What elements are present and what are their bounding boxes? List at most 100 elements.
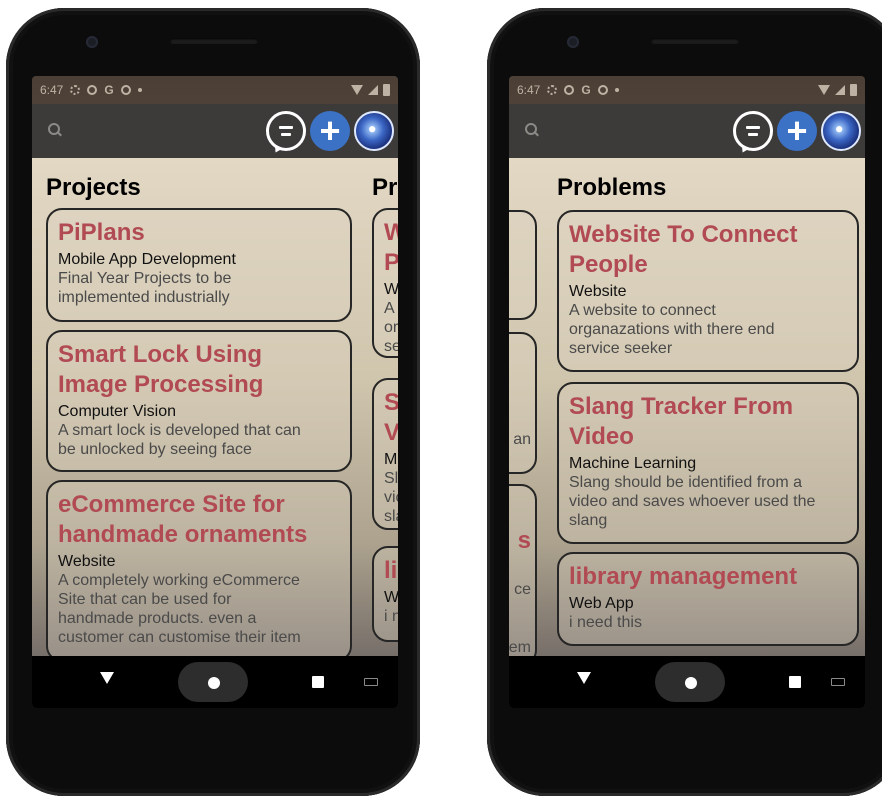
card-category: Mobile App Development xyxy=(58,251,236,268)
signal-icon xyxy=(368,85,378,95)
next-section-title-peek: Pr xyxy=(372,174,398,201)
project-card[interactable]: PiPlans Mobile App Development Final Yea… xyxy=(46,208,352,322)
notification-icon xyxy=(87,85,98,95)
add-project-button[interactable]: + xyxy=(310,111,350,151)
card-description: Sla xyxy=(384,470,398,487)
google-notification-icon: G xyxy=(104,83,114,97)
card-title: Sl xyxy=(384,388,398,418)
front-camera xyxy=(86,36,98,48)
card-title: W xyxy=(384,218,398,248)
card-title: library management xyxy=(569,563,798,590)
project-card[interactable]: eCommerce Site for handmade ornaments We… xyxy=(46,480,352,662)
card-category: We xyxy=(384,589,398,606)
settings-notification-icon xyxy=(547,85,558,95)
card-description: se xyxy=(384,338,398,355)
card-description: em xyxy=(509,639,531,656)
notification-icon xyxy=(564,85,575,95)
card-description: service seeker xyxy=(569,340,673,357)
problem-card-peek[interactable]: lil We i n xyxy=(372,546,398,642)
battery-icon xyxy=(850,84,857,96)
card-title: handmade ornaments xyxy=(58,521,308,548)
phone-right: 6:47 G + Problems an s ce em Website To … xyxy=(487,8,882,796)
earpiece-speaker xyxy=(170,38,258,44)
app-bar: + xyxy=(32,104,398,158)
status-time: 6:47 xyxy=(40,83,64,97)
problem-card-peek[interactable]: Sl Vi Ma Sla vic sla xyxy=(372,378,398,530)
card-title: Vi xyxy=(384,418,398,448)
card-title: People xyxy=(569,251,648,278)
projects-content[interactable]: Projects Pr PiPlans Mobile App Developme… xyxy=(32,158,398,708)
front-camera xyxy=(567,36,579,48)
sync-notification-icon xyxy=(120,85,131,95)
card-description: vic xyxy=(384,489,398,506)
project-card[interactable]: Smart Lock Using Image Processing Comput… xyxy=(46,330,352,472)
page-title: Problems xyxy=(557,174,667,201)
problem-card[interactable]: Website To Connect People Website A webs… xyxy=(557,210,859,372)
chat-icon[interactable] xyxy=(733,111,773,151)
circle-home-icon[interactable] xyxy=(208,677,220,689)
keyboard-icon[interactable] xyxy=(364,678,378,686)
project-card-peek[interactable]: s ce em xyxy=(509,484,537,666)
card-description: customer can customise their item xyxy=(58,629,301,646)
circle-home-icon[interactable] xyxy=(685,677,697,689)
navigation-bar xyxy=(32,656,398,708)
card-title: lil xyxy=(384,557,398,584)
wifi-icon xyxy=(351,85,363,95)
card-title: Website To Connect xyxy=(569,221,798,248)
card-description: A smart lock is developed that can xyxy=(58,422,301,439)
card-description: be unlocked by seeing face xyxy=(58,441,252,458)
problem-card-peek[interactable]: W Pe We A w org se xyxy=(372,208,398,358)
screen-left: 6:47 G + Projects Pr PiPlans Mobile App … xyxy=(32,76,398,708)
card-description: an xyxy=(513,431,531,448)
card-description: A website to connect xyxy=(569,302,716,319)
square-recents-icon[interactable] xyxy=(312,676,324,688)
card-category: Computer Vision xyxy=(58,403,176,420)
avatar[interactable] xyxy=(354,111,394,151)
search-icon[interactable] xyxy=(48,123,64,139)
card-description: ce xyxy=(514,581,531,598)
project-card-peek[interactable] xyxy=(509,210,537,320)
keyboard-icon[interactable] xyxy=(831,678,845,686)
card-title: Slang Tracker From xyxy=(569,393,794,420)
card-title: s xyxy=(517,527,531,554)
card-description: handmade products. even a xyxy=(58,610,257,627)
card-category: Website xyxy=(58,553,116,570)
triangle-back-icon[interactable] xyxy=(100,672,114,684)
avatar[interactable] xyxy=(821,111,861,151)
app-bar: + xyxy=(509,104,865,158)
chat-icon[interactable] xyxy=(266,111,306,151)
card-description: implemented industrially xyxy=(58,289,230,306)
card-title: Smart Lock Using xyxy=(58,341,263,368)
more-notifications-dot-icon xyxy=(614,88,619,92)
card-description: A completely working eCommerce xyxy=(58,572,300,589)
more-notifications-dot-icon xyxy=(137,88,142,92)
search-icon[interactable] xyxy=(525,123,541,139)
card-title: eCommerce Site for xyxy=(58,491,285,518)
triangle-back-icon[interactable] xyxy=(577,672,591,684)
card-category: We xyxy=(384,281,398,298)
square-recents-icon[interactable] xyxy=(789,676,801,688)
wifi-icon xyxy=(818,85,830,95)
settings-notification-icon xyxy=(70,85,81,95)
card-description: slang xyxy=(569,512,608,529)
status-bar: 6:47 G xyxy=(509,76,865,104)
card-description: sla xyxy=(384,508,398,525)
problem-card[interactable]: library management Web App i need this xyxy=(557,552,859,646)
card-description: A w xyxy=(384,300,398,317)
card-title: Video xyxy=(569,423,634,450)
earpiece-speaker xyxy=(651,38,739,44)
sync-notification-icon xyxy=(597,85,608,95)
card-description: Final Year Projects to be xyxy=(58,270,232,287)
page-title: Projects xyxy=(46,174,141,201)
screen-right: 6:47 G + Problems an s ce em Website To … xyxy=(509,76,865,708)
add-problem-button[interactable]: + xyxy=(777,111,817,151)
card-description: Slang should be identified from a xyxy=(569,474,803,491)
card-category: Machine Learning xyxy=(569,455,697,472)
problems-content[interactable]: Problems an s ce em Website To Connect P… xyxy=(509,158,865,708)
project-card-peek[interactable]: an xyxy=(509,332,537,474)
problem-card[interactable]: Slang Tracker From Video Machine Learnin… xyxy=(557,382,859,544)
card-title: Pe xyxy=(384,248,398,278)
google-notification-icon: G xyxy=(581,83,591,97)
card-title: PiPlans xyxy=(58,219,145,246)
card-description: i n xyxy=(384,608,398,625)
